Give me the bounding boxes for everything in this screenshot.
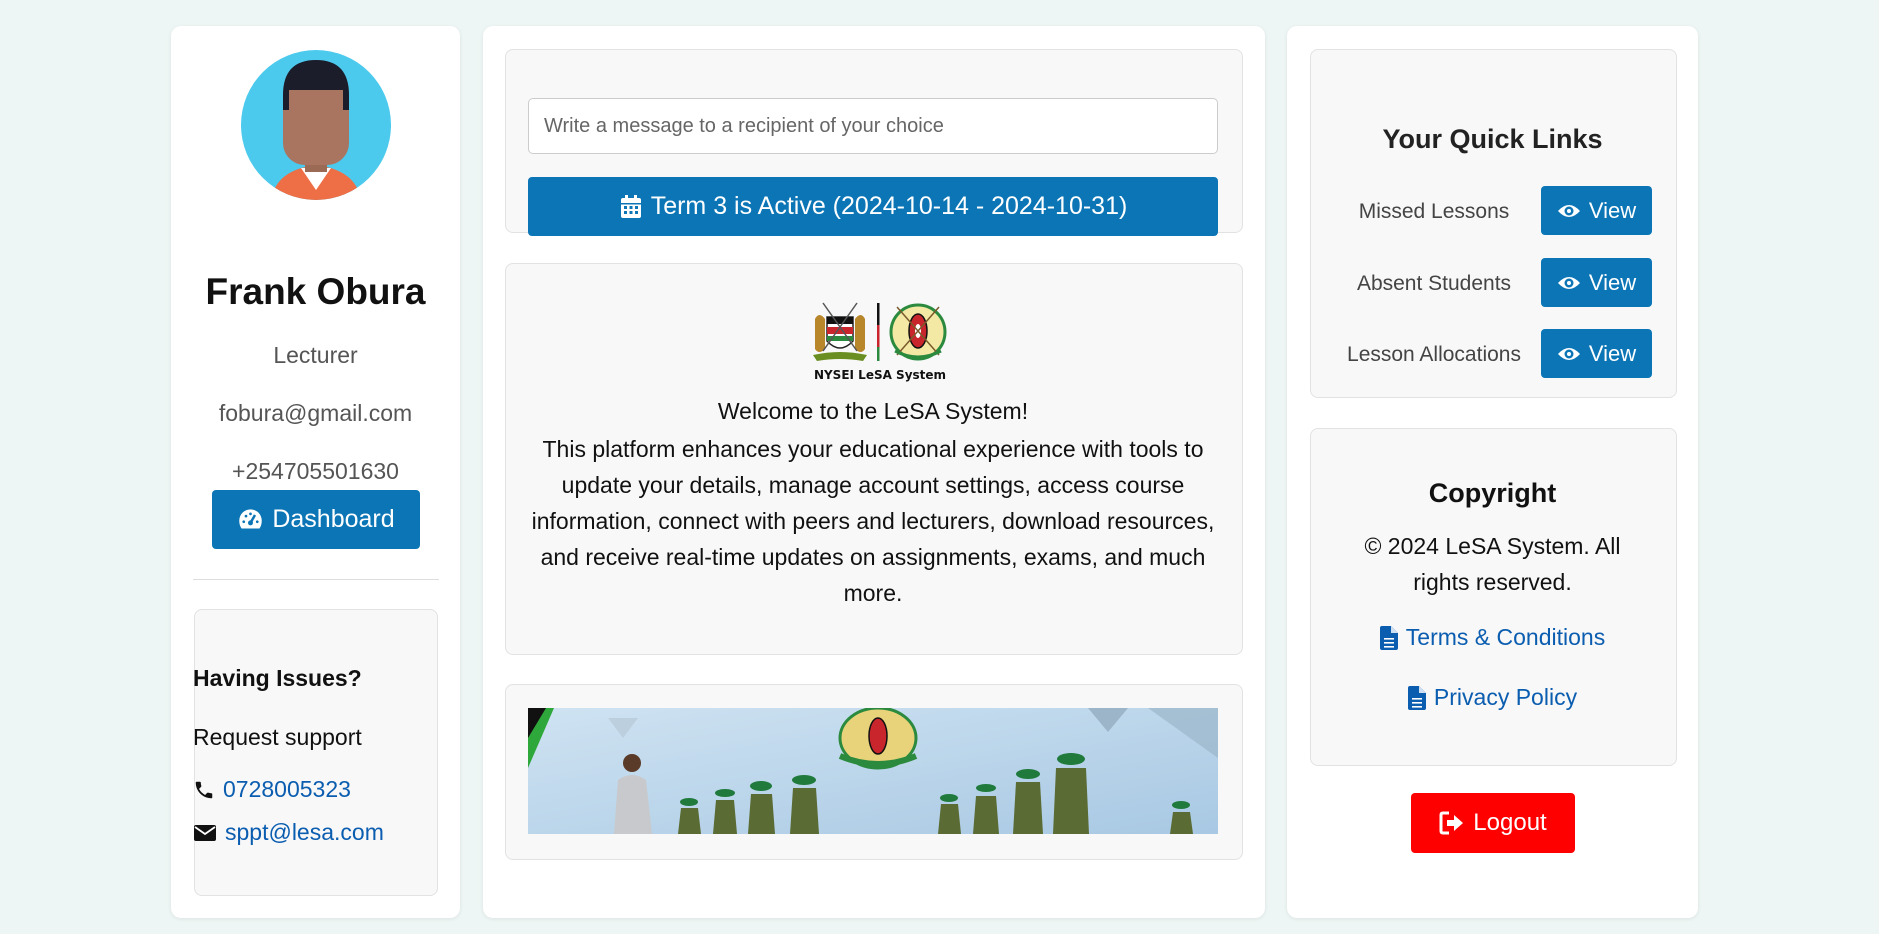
active-term-label: Term 3 is Active (2024-10-14 - 2024-10-3… (650, 192, 1128, 220)
nysei-lesa-logo: NYSEI LeSA System (813, 302, 947, 382)
copyright-title: Copyright (1428, 478, 1557, 508)
eye-icon (1557, 204, 1580, 217)
terms-conditions-link[interactable]: Terms & Conditions (1406, 624, 1605, 651)
view-lesson-allocations-button[interactable]: View (1541, 329, 1652, 378)
calendar-icon (620, 194, 641, 218)
divider (193, 579, 439, 580)
support-phone-link[interactable]: 0728005323 (223, 776, 351, 803)
logout-button[interactable]: Logout (1411, 793, 1575, 853)
nys-banner-image (528, 708, 1218, 834)
dashboard-gauge-icon (239, 509, 263, 529)
main-card: Term 3 is Active (2024-10-14 - 2024-10-3… (483, 26, 1265, 918)
view-missed-lessons-button[interactable]: View (1541, 186, 1652, 235)
avatar (241, 50, 391, 200)
support-email-row: sppt@lesa.com (193, 819, 384, 846)
support-title: Having Issues? (193, 665, 362, 691)
active-term-button[interactable]: Term 3 is Active (2024-10-14 - 2024-10-3… (528, 177, 1218, 236)
quick-link-label-missed-lessons: Missed Lessons (1358, 200, 1510, 223)
support-phone-row: 0728005323 (193, 776, 351, 803)
document-icon (1407, 685, 1426, 710)
privacy-row: Privacy Policy (1287, 684, 1698, 711)
dashboard-label: Dashboard (272, 505, 395, 533)
logout-label: Logout (1473, 809, 1547, 836)
privacy-policy-link[interactable]: Privacy Policy (1434, 684, 1577, 711)
dashboard-button[interactable]: Dashboard (212, 490, 420, 549)
view-label: View (1588, 340, 1637, 366)
copyright-text: © 2024 LeSA System. All rights reserved. (1364, 533, 1621, 595)
view-absent-students-button[interactable]: View (1541, 258, 1652, 307)
envelope-icon (194, 824, 216, 841)
quick-link-label-absent-students: Absent Students (1356, 272, 1512, 295)
profile-phone: +254705501630 (232, 458, 399, 484)
quick-link-label-lesson-allocations: Lesson Allocations (1347, 343, 1521, 366)
document-icon (1379, 625, 1398, 650)
eye-icon (1557, 347, 1580, 360)
view-label: View (1588, 197, 1637, 223)
profile-name: Frank Obura (205, 271, 426, 312)
sidebar-card: Your Quick Links Missed Lessons View Abs… (1287, 26, 1698, 918)
message-input[interactable] (528, 98, 1218, 154)
terms-row: Terms & Conditions (1287, 624, 1698, 651)
phone-icon (195, 781, 213, 798)
view-label: View (1588, 269, 1637, 295)
profile-card: Frank Obura Lecturer fobura@gmail.com +2… (171, 26, 460, 918)
eye-icon (1557, 276, 1580, 289)
support-subtitle: Request support (193, 724, 362, 750)
support-panel (194, 609, 438, 896)
profile-email: fobura@gmail.com (218, 400, 413, 426)
quick-links-title: Your Quick Links (1382, 124, 1603, 154)
sign-out-icon (1439, 811, 1464, 835)
welcome-title: Welcome to the LeSA System! (717, 398, 1029, 424)
welcome-body: This platform enhances your educational … (531, 436, 1215, 606)
support-email-link[interactable]: sppt@lesa.com (225, 819, 384, 846)
profile-role: Lecturer (273, 342, 358, 368)
logo-caption: NYSEI LeSA System (814, 368, 946, 382)
